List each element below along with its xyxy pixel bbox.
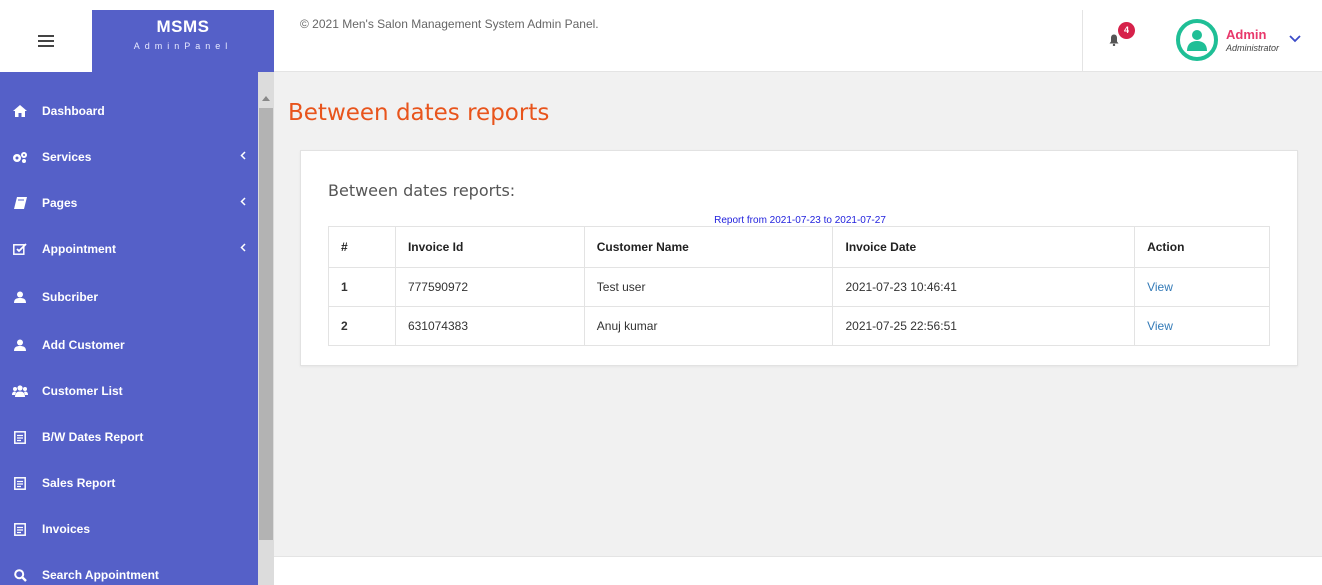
sidebar-item-label: Add Customer xyxy=(42,338,125,352)
row-number: 2 xyxy=(328,306,396,346)
sidebar-item-label: Customer List xyxy=(42,384,123,398)
row-number: 1 xyxy=(328,267,396,307)
home-icon xyxy=(12,104,28,118)
user-name: Admin xyxy=(1226,27,1267,42)
avatar xyxy=(1176,19,1218,61)
sidebar-scroll-thumb[interactable] xyxy=(259,108,273,540)
report-card: Between dates reports: Report from 2021-… xyxy=(300,150,1298,366)
file-icon xyxy=(12,476,28,490)
footer-text: © 2021 Men's Salon Management System Adm… xyxy=(300,17,599,31)
customer-name-cell: Test user xyxy=(583,267,834,307)
sidebar-item-dashboard[interactable]: Dashboard xyxy=(0,88,256,134)
column-header-invoice-id: Invoice Id xyxy=(394,226,585,268)
sidebar-item-pages[interactable]: Pages xyxy=(0,180,256,226)
card-title: Between dates reports: xyxy=(328,181,516,200)
action-cell: View xyxy=(1134,306,1270,346)
view-link[interactable]: View xyxy=(1147,319,1173,333)
sidebar-item-services[interactable]: Services xyxy=(0,134,256,180)
sidebar-item-label: Sales Report xyxy=(42,476,116,490)
user-icon xyxy=(12,338,28,352)
column-header-action: Action xyxy=(1134,226,1270,268)
invoice-id-cell: 777590972 xyxy=(394,267,585,307)
sidebar-item-sales-report[interactable]: Sales Report xyxy=(0,460,256,506)
column-header-invoice-date: Invoice Date xyxy=(832,226,1136,268)
sidebar-item-label: Appointment xyxy=(42,242,116,256)
chevron-left-icon xyxy=(240,151,246,160)
table-row: 2 631074383 Anuj kumar 2021-07-25 22:56:… xyxy=(328,306,1270,346)
action-cell: View xyxy=(1134,267,1270,307)
chevron-left-icon xyxy=(240,197,246,206)
report-table: # Invoice Id Customer Name Invoice Date … xyxy=(328,226,1270,346)
page-title: Between dates reports xyxy=(288,100,550,126)
user-icon xyxy=(12,290,28,304)
invoice-date-cell: 2021-07-23 10:46:41 xyxy=(832,267,1136,307)
invoice-date-cell: 2021-07-25 22:56:51 xyxy=(832,306,1136,346)
brand-logo[interactable]: MSMS AdminPanel xyxy=(92,10,274,72)
sidebar-item-bw-dates-report[interactable]: B/W Dates Report xyxy=(0,414,256,460)
sidebar-item-label: Pages xyxy=(42,196,78,210)
chevron-down-icon[interactable] xyxy=(1289,35,1301,43)
user-role: Administrator xyxy=(1226,43,1280,53)
scroll-up-arrow-icon[interactable] xyxy=(262,96,270,101)
hamburger-icon xyxy=(38,35,54,47)
sidebar-item-customer-list[interactable]: Customer List xyxy=(0,368,256,414)
bell-icon xyxy=(1109,34,1119,46)
sidebar-item-appointment[interactable]: Appointment xyxy=(0,226,256,272)
report-range-text: Report from 2021-07-23 to 2021-07-27 xyxy=(714,215,886,226)
chevron-left-icon xyxy=(240,243,246,252)
sidebar-item-label: Services xyxy=(42,150,92,164)
sidebar-item-label: Dashboard xyxy=(42,104,105,118)
brand-title: MSMS xyxy=(156,17,210,36)
edit-icon xyxy=(12,242,28,256)
search-icon xyxy=(12,568,28,582)
cogs-icon xyxy=(12,150,28,164)
user-menu[interactable]: Admin Administrator xyxy=(1176,16,1301,64)
users-icon xyxy=(12,384,28,398)
invoice-id-cell: 631074383 xyxy=(394,306,585,346)
notifications-button[interactable]: 4 xyxy=(1104,22,1144,62)
sidebar: Dashboard Services Pages Appointment Sub… xyxy=(0,72,274,585)
header-divider xyxy=(1082,10,1083,72)
file-icon xyxy=(12,430,28,444)
sidebar-item-label: Search Appointment xyxy=(42,568,159,582)
file-icon xyxy=(12,522,28,536)
customer-name-cell: Anuj kumar xyxy=(583,306,834,346)
sidebar-item-label: Subcriber xyxy=(42,290,99,304)
sidebar-item-invoices[interactable]: Invoices xyxy=(0,506,256,552)
menu-toggle-button[interactable] xyxy=(0,10,92,72)
brand-subtitle: AdminPanel xyxy=(133,41,233,51)
notification-count-badge: 4 xyxy=(1118,22,1135,39)
sidebar-item-add-customer[interactable]: Add Customer xyxy=(0,322,256,368)
column-header-customer-name: Customer Name xyxy=(583,226,834,268)
table-row: 1 777590972 Test user 2021-07-23 10:46:4… xyxy=(328,267,1270,307)
view-link[interactable]: View xyxy=(1147,280,1173,294)
footer xyxy=(274,556,1322,585)
table-header-row: # Invoice Id Customer Name Invoice Date … xyxy=(328,226,1270,268)
sidebar-item-search-appointment[interactable]: Search Appointment xyxy=(0,552,256,585)
book-icon xyxy=(12,196,28,210)
sidebar-item-subcriber[interactable]: Subcriber xyxy=(0,274,256,320)
user-avatar-icon xyxy=(1187,30,1207,51)
sidebar-item-label: Invoices xyxy=(42,522,91,536)
sidebar-item-label: B/W Dates Report xyxy=(42,430,144,444)
column-header-number: # xyxy=(328,226,396,268)
